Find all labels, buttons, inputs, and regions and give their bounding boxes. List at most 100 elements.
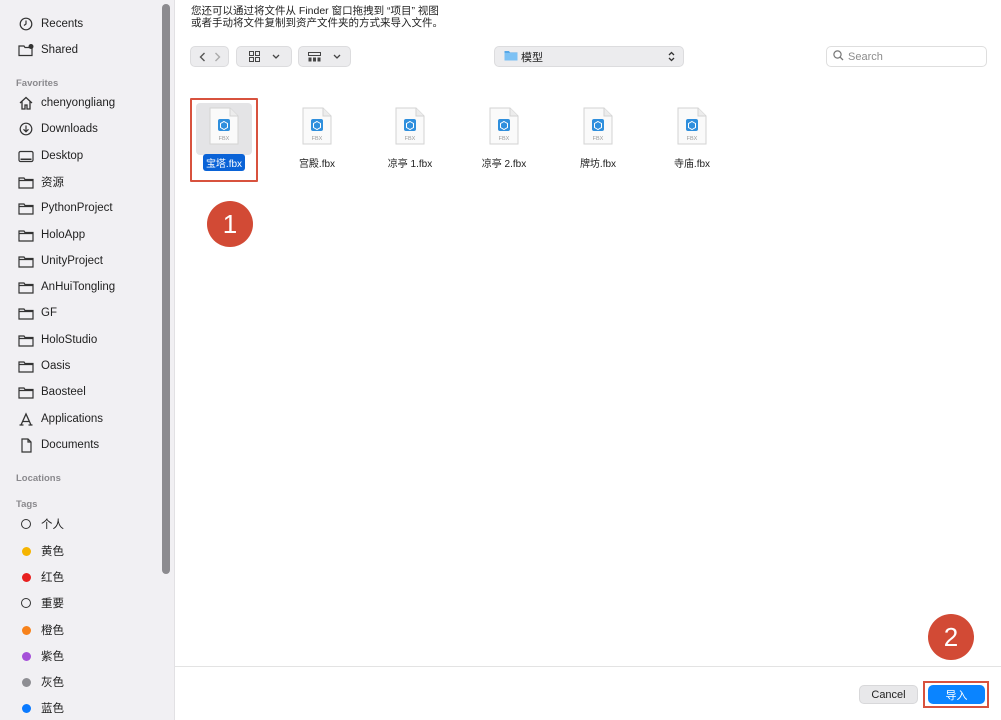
tag-ring-icon [17,516,35,532]
sidebar-scrollbar[interactable] [162,4,170,574]
folder-icon [17,332,35,348]
forward-icon[interactable] [214,52,221,62]
sidebar-item-pythonproject[interactable]: PythonProject [0,197,160,219]
location-popup[interactable]: 模型 [494,46,684,67]
search-icon [833,49,844,64]
applications-icon [17,411,35,427]
sidebar-item-label: Downloads [41,123,98,135]
svg-text:FBX: FBX [499,136,510,142]
favorites-heading: Favorites [16,78,59,89]
sidebar-item-label: 蓝色 [41,703,64,715]
import-hint: 您还可以通过将文件从 Finder 窗口拖拽到 “项目” 视图 或者手动将文件复… [191,5,443,29]
sidebar-item-label: 紫色 [41,651,64,663]
sidebar-item-label: HoloApp [41,229,86,241]
tag-dot-icon [17,622,35,638]
annotation-highlight-import [923,681,989,708]
annotation-highlight-file [190,98,258,182]
chevron-up-down-icon [668,51,675,65]
grid-view-icon [248,51,260,62]
group-icon [308,51,321,62]
fbx-file-icon: FBX [583,107,613,145]
sidebar-tag-red[interactable]: 红色 [0,566,160,588]
sidebar-item-baosteel[interactable]: Baosteel [0,381,160,403]
svg-text:FBX: FBX [405,136,416,142]
download-icon [17,121,35,137]
sidebar-item-holostudio[interactable]: HoloStudio [0,329,160,351]
sidebar-item-documents[interactable]: Documents [0,434,160,456]
sidebar-tag-personal[interactable]: 个人 [0,513,160,535]
sidebar-item-label: 灰色 [41,677,64,689]
back-forward-control[interactable] [190,46,229,67]
svg-text:FBX: FBX [593,136,604,142]
sidebar-item-label: 橙色 [41,625,64,637]
sidebar-item-label: Desktop [41,150,84,162]
file-item-simiao[interactable]: FBX 寺庙.fbx [657,104,727,184]
sidebar-item-recents[interactable]: Recents [0,13,160,35]
file-name: 凉亭 2.fbx [481,159,527,170]
sidebar-item-gf[interactable]: GF [0,302,160,324]
file-item-liangting-2[interactable]: FBX 凉亭 2.fbx [469,104,539,184]
sidebar-item-label: 资源 [41,177,64,189]
cancel-button[interactable]: Cancel [859,685,918,704]
search-field[interactable] [826,46,987,67]
sidebar-item-downloads[interactable]: Downloads [0,118,160,140]
folder-icon [504,50,518,64]
sidebar-tag-important[interactable]: 重要 [0,592,160,614]
sidebar-item-label: PythonProject [41,202,113,214]
file-item-liangting-1[interactable]: FBX 凉亭 1.fbx [375,104,445,184]
sidebar-tag-purple[interactable]: 紫色 [0,645,160,667]
sidebar-item-label: Documents [41,439,100,451]
import-hint-line1: 您还可以通过将文件从 Finder 窗口拖拽到 “项目” 视图 [191,5,439,17]
sidebar-tag-orange[interactable]: 橙色 [0,619,160,641]
home-icon [17,95,35,111]
sidebar-item-label: 红色 [41,572,64,584]
group-by-button[interactable] [298,46,351,67]
sidebar-tag-yellow[interactable]: 黄色 [0,540,160,562]
sidebar-item-anhuitongling[interactable]: AnHuiTongling [0,276,160,298]
sidebar-item-folder-ziyuan[interactable]: 资源 [0,171,160,193]
sidebar-item-label: GF [41,307,57,319]
sidebar-item-label: chenyongliang [41,97,116,109]
svg-text:FBX: FBX [687,136,698,142]
sidebar-tag-blue[interactable]: 蓝色 [0,697,160,719]
annotation-step-1-badge: 1 [207,201,253,247]
bottom-divider [175,666,1001,667]
sidebar-item-label: 黄色 [41,546,64,558]
sidebar-item-unityproject[interactable]: UnityProject [0,250,160,272]
fbx-file-icon: FBX [395,107,425,145]
search-input[interactable] [848,50,978,63]
sidebar: Recents Shared Favorites chenyongliang D… [0,0,175,720]
file-item-gongdian[interactable]: FBX 宫殿.fbx [282,104,352,184]
sidebar-item-label: Oasis [41,360,71,372]
sidebar-item-label: 重要 [41,598,64,610]
fbx-file-icon: FBX [677,107,707,145]
sidebar-item-label: AnHuiTongling [41,281,116,293]
fbx-file-icon: FBX [302,107,332,145]
chevron-down-icon [272,54,280,59]
tag-dot-icon [17,674,35,690]
chevron-down-icon [333,54,341,59]
sidebar-item-label: Applications [41,413,104,425]
shared-folder-icon [17,42,35,58]
sidebar-tag-gray[interactable]: 灰色 [0,671,160,693]
folder-icon [17,174,35,190]
sidebar-item-shared[interactable]: Shared [0,39,160,61]
document-icon [17,437,35,453]
sidebar-item-label: HoloStudio [41,334,98,346]
desktop-icon [17,148,35,164]
tags-heading: Tags [16,499,38,510]
sidebar-item-desktop[interactable]: Desktop [0,145,160,167]
sidebar-item-holoapp[interactable]: HoloApp [0,224,160,246]
file-item-paifang[interactable]: FBX 牌坊.fbx [563,104,633,184]
import-hint-line2: 或者手动将文件复制到资产文件夹的方式来导入文件。 [191,17,443,29]
sidebar-item-label: Baosteel [41,386,86,398]
folder-icon [17,227,35,243]
fbx-file-icon: FBX [489,107,519,145]
back-icon[interactable] [199,52,206,62]
view-mode-button[interactable] [236,46,292,67]
sidebar-item-oasis[interactable]: Oasis [0,355,160,377]
sidebar-item-home[interactable]: chenyongliang [0,92,160,114]
file-name: 牌坊.fbx [579,159,617,170]
file-name: 宫殿.fbx [298,159,336,170]
sidebar-item-applications[interactable]: Applications [0,408,160,430]
